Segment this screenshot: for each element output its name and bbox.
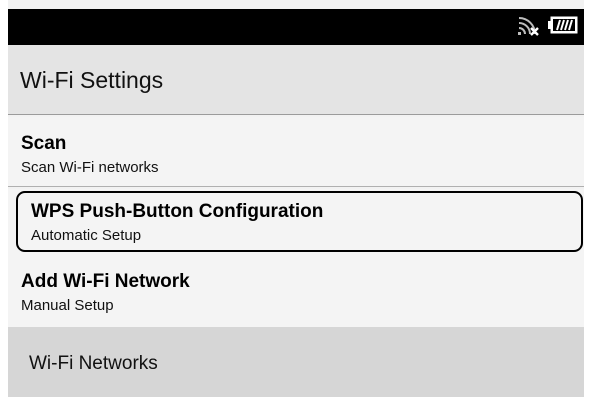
page-header: Wi-Fi Settings xyxy=(8,45,584,115)
battery-icon xyxy=(548,16,578,39)
menu-item-scan[interactable]: Scan Scan Wi-Fi networks xyxy=(8,117,584,187)
menu-item-title: Scan xyxy=(21,133,67,154)
device-screen: Wi-Fi Settings Scan Scan Wi-Fi networks … xyxy=(8,0,584,397)
status-bar xyxy=(8,9,584,45)
section-header-networks: Wi-Fi Networks xyxy=(8,327,584,397)
status-icons xyxy=(516,14,578,40)
wifi-disconnected-icon xyxy=(516,13,540,42)
menu-item-title: WPS Push-Button Configuration xyxy=(31,201,324,222)
menu-item-title: Add Wi-Fi Network xyxy=(21,271,190,292)
page-title: Wi-Fi Settings xyxy=(20,67,164,93)
menu-item-wps-push-button[interactable]: WPS Push-Button Configuration Automatic … xyxy=(8,189,584,259)
menu-item-subtitle: Scan Wi-Fi networks xyxy=(21,159,159,176)
menu-item-add-network[interactable]: Add Wi-Fi Network Manual Setup xyxy=(8,258,584,328)
section-title: Wi-Fi Networks xyxy=(29,353,158,374)
menu-item-subtitle: Automatic Setup xyxy=(31,227,142,244)
menu-item-subtitle: Manual Setup xyxy=(21,297,114,314)
